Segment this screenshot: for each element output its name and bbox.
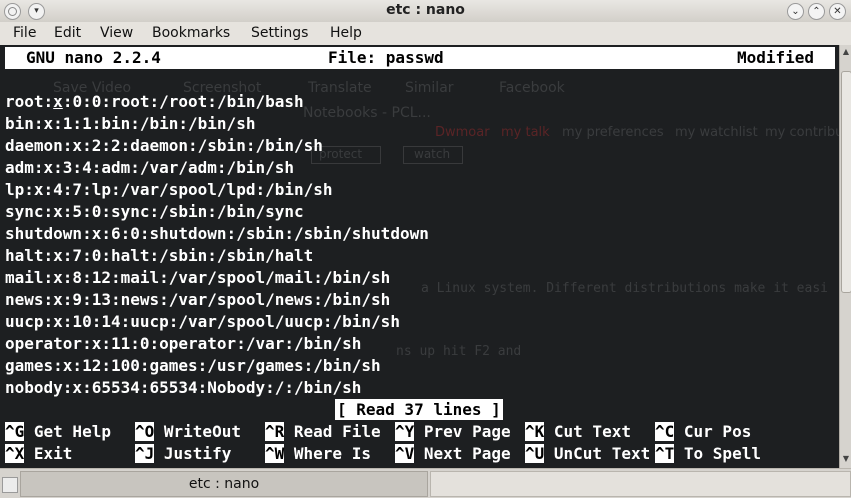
file-line[interactable]: news:x:9:13:news:/var/spool/news:/bin/sh xyxy=(5,289,390,311)
ghost-my-contrib: my contribu xyxy=(765,125,842,140)
ghost-user: Dwmoar xyxy=(435,125,490,140)
ghost-my-watchlist: my watchlist xyxy=(675,125,758,140)
ghost-my-talk: my talk xyxy=(501,125,550,140)
shortcut-next-page[interactable]: ^V Next Page xyxy=(395,443,511,465)
nano-version: GNU nano 2.2.4 xyxy=(26,48,161,67)
shortcut-where-is[interactable]: ^W Where Is xyxy=(265,443,371,465)
file-line[interactable]: operator:x:11:0:operator:/var:/bin/sh xyxy=(5,333,361,355)
file-line[interactable]: halt:x:7:0:halt:/sbin:/sbin/halt xyxy=(5,245,313,267)
scrollbar-thumb[interactable] xyxy=(841,71,851,293)
shortcut-get-help[interactable]: ^G Get Help xyxy=(5,421,111,443)
shortcut-cur-pos[interactable]: ^C Cur Pos xyxy=(655,421,751,443)
nano-filename: File: passwd xyxy=(328,48,444,67)
shortcut-prev-page[interactable]: ^Y Prev Page xyxy=(395,421,511,443)
file-line[interactable]: mail:x:8:12:mail:/var/spool/mail:/bin/sh xyxy=(5,267,390,289)
shortcut-writeout[interactable]: ^O WriteOut xyxy=(135,421,241,443)
taskbar: etc : nano xyxy=(0,468,851,498)
file-line-text: root:x:0:0:root:/root:/bin/bash xyxy=(5,92,304,111)
terminal-scrollbar[interactable]: ▲ ▼ xyxy=(839,45,851,468)
ghost-text-2: ns up hit F2 and xyxy=(396,344,522,359)
file-line[interactable]: bin:x:1:1:bin:/bin:/bin/sh xyxy=(5,113,255,135)
shortcut-justify[interactable]: ^J Justify xyxy=(135,443,231,465)
file-line[interactable]: root:x:0:0:root:/root:/bin/bash xyxy=(5,91,304,113)
nano-modified-flag: Modified xyxy=(737,48,815,67)
shortcut-read-file[interactable]: ^R Read File xyxy=(265,421,381,443)
ghost-tab: Notebooks - PCL... xyxy=(303,105,431,121)
close-button[interactable]: ✕ xyxy=(829,3,846,20)
file-line[interactable]: adm:x:3:4:adm:/var/adm:/bin/sh xyxy=(5,157,294,179)
file-line[interactable]: uucp:x:10:14:uucp:/var/spool/uucp:/bin/s… xyxy=(5,311,400,333)
scroll-up-icon[interactable]: ▲ xyxy=(840,46,851,58)
file-line[interactable]: daemon:x:2:2:daemon:/sbin:/bin/sh xyxy=(5,135,323,157)
shortcut-uncut-text[interactable]: ^U UnCut Text xyxy=(525,443,650,465)
file-line[interactable]: games:x:12:100:games:/usr/games:/bin/sh xyxy=(5,355,381,377)
menu-bookmarks[interactable]: Bookmarks xyxy=(152,25,230,41)
taskbar-empty-slot xyxy=(430,471,851,497)
nano-header: GNU nano 2.2.4 File: passwd Modified xyxy=(5,47,835,69)
shortcut-cut-text[interactable]: ^K Cut Text xyxy=(525,421,631,443)
ghost-similar: Similar xyxy=(405,80,454,96)
minimize-button[interactable]: ⌄ xyxy=(787,3,804,20)
ghost-protect: protect xyxy=(319,147,363,161)
ghost-my-preferences: my preferences xyxy=(562,125,664,140)
menu-help[interactable]: Help xyxy=(330,25,362,41)
ghost-translate: Translate xyxy=(308,80,372,96)
menu-bar: File Edit View Bookmarks Settings Help xyxy=(0,22,851,45)
ghost-facebook: Facebook xyxy=(499,80,565,96)
ghost-text-1: a Linux system. Different distributions … xyxy=(421,281,828,296)
shortcut-to-spell[interactable]: ^T To Spell xyxy=(655,443,761,465)
taskbar-item-nano[interactable]: etc : nano xyxy=(20,471,428,497)
shortcut-exit[interactable]: ^X Exit xyxy=(5,443,72,465)
nano-status-message: [ Read 37 lines ] xyxy=(335,399,503,420)
menu-edit[interactable]: Edit xyxy=(54,25,81,41)
file-line[interactable]: lp:x:4:7:lp:/var/spool/lpd:/bin/sh xyxy=(5,179,333,201)
taskbar-item-label: etc : nano xyxy=(188,476,260,492)
window-title: etc : nano xyxy=(386,2,465,18)
menu-file[interactable]: File xyxy=(13,25,36,41)
ghost-watch: watch xyxy=(414,147,451,161)
menu-settings[interactable]: Settings xyxy=(251,25,308,41)
taskbar-corner-button[interactable] xyxy=(2,477,18,493)
file-line[interactable]: nobody:x:65534:65534:Nobody:/:/bin/sh xyxy=(5,377,361,399)
file-line[interactable]: sync:x:5:0:sync:/sbin:/bin/sync xyxy=(5,201,304,223)
maximize-button[interactable]: ⌃ xyxy=(808,3,825,20)
terminal-view[interactable]: Save Video Screenshot Translate Similar … xyxy=(0,45,842,468)
menu-view[interactable]: View xyxy=(100,25,133,41)
title-bar: ▾ etc : nano ⌄ ⌃ ✕ xyxy=(0,0,851,23)
file-line[interactable]: shutdown:x:6:0:shutdown:/sbin:/sbin/shut… xyxy=(5,223,429,245)
scroll-down-icon[interactable]: ▼ xyxy=(840,453,851,465)
text-cursor: x xyxy=(53,92,63,111)
